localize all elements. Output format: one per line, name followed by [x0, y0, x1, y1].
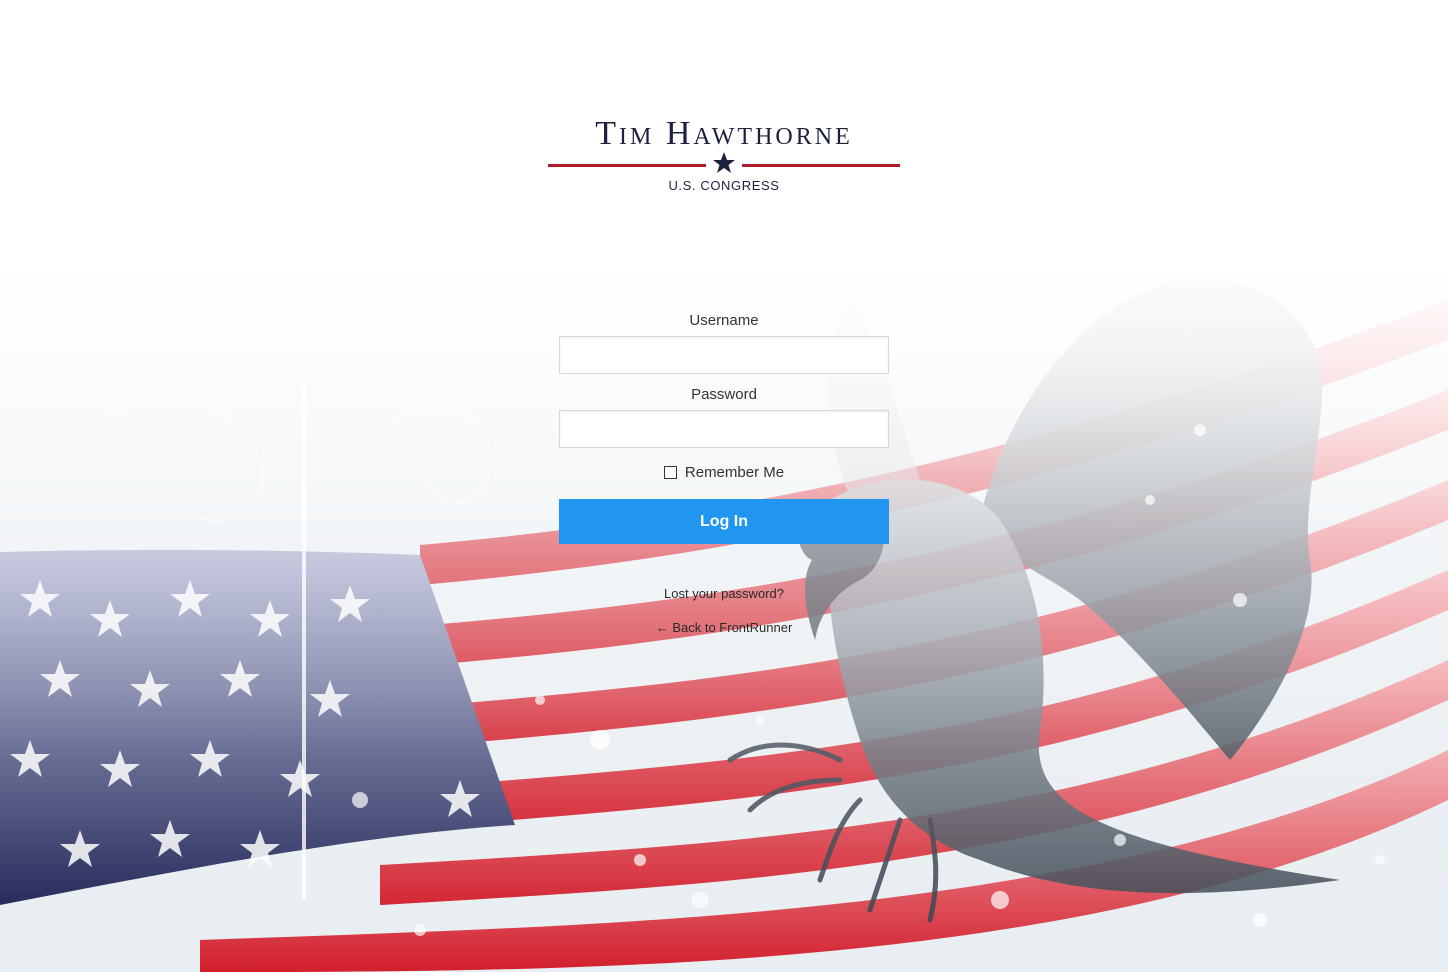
lost-password-link[interactable]: Lost your password?: [664, 586, 784, 601]
logo-subtitle: U.S. CONGRESS: [668, 178, 780, 193]
password-label: Password: [691, 386, 757, 403]
logo-rule-right: [742, 164, 900, 167]
username-label: Username: [689, 312, 759, 329]
remember-me-label[interactable]: Remember Me: [685, 464, 784, 481]
remember-me-row[interactable]: Remember Me: [663, 464, 784, 481]
login-links: Lost your password? ← Back to FrontRunne…: [559, 586, 889, 635]
star-icon: [713, 152, 735, 173]
back-to-site-link[interactable]: ← Back to FrontRunner: [656, 620, 793, 635]
back-to-site-row: ← Back to FrontRunner: [559, 620, 889, 635]
remember-me-checkbox[interactable]: [663, 466, 677, 479]
username-group: Username: [559, 312, 889, 374]
logo-rule-left: [548, 164, 706, 167]
lost-password-row: Lost your password?: [559, 586, 889, 601]
login-form: Username Password Remember Me Log In Los…: [559, 312, 889, 635]
logo-divider: [548, 152, 900, 176]
login-button[interactable]: Log In: [559, 499, 889, 544]
site-logo: Tim Hawthorne U.S. CONGRESS: [548, 112, 900, 193]
password-group: Password: [559, 386, 889, 448]
back-arrow-icon: ←: [655, 620, 669, 635]
back-to-site-label: Back to FrontRunner: [672, 620, 793, 635]
login-page: Tim Hawthorne U.S. CONGRESS Username Pas…: [0, 0, 1448, 972]
password-input[interactable]: [559, 410, 889, 448]
logo-name: Tim Hawthorne: [595, 115, 853, 152]
username-input[interactable]: [559, 336, 889, 374]
